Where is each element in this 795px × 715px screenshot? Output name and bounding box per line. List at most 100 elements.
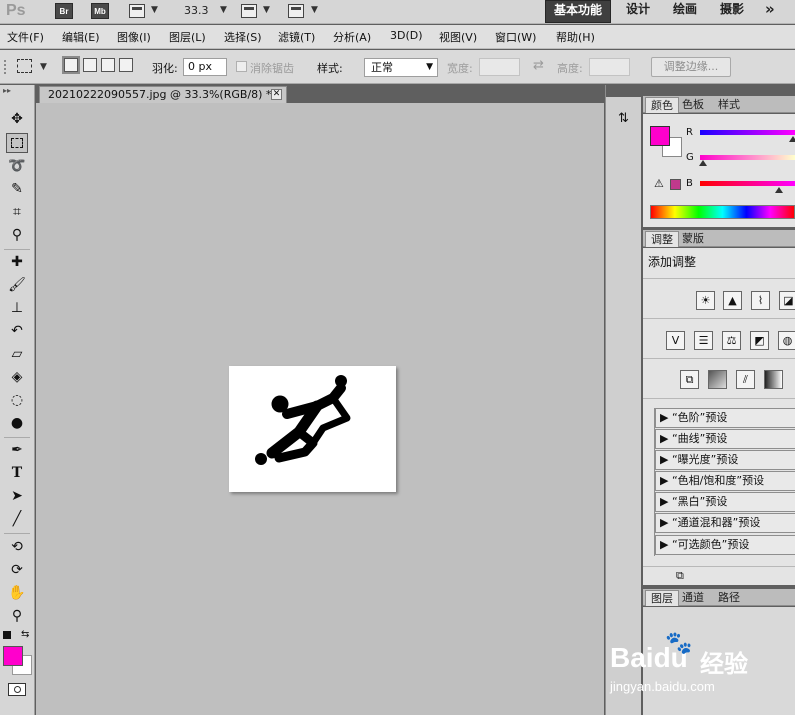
tab-masks[interactable]: 蒙版 — [677, 231, 709, 247]
antialias-checkbox[interactable] — [236, 61, 247, 72]
brush-tool-icon[interactable]: 🖌 — [6, 275, 28, 295]
width-input[interactable] — [479, 58, 520, 76]
posterize-icon[interactable]: ⫽ — [736, 370, 755, 389]
zoom-level[interactable]: 33.3 — [184, 4, 209, 17]
workspace-design[interactable]: 设计 — [618, 0, 658, 23]
workspace-painting[interactable]: 绘画 — [665, 0, 705, 23]
refine-edge-button[interactable]: 调整边缘... — [651, 57, 731, 77]
history-brush-tool-icon[interactable]: ↶ — [6, 321, 28, 341]
height-input[interactable] — [589, 58, 630, 76]
channel-mixer-icon[interactable]: ⧉ — [680, 370, 699, 389]
dodge-tool-icon[interactable]: ● — [6, 413, 28, 433]
menu-help[interactable]: 帮助(H) — [556, 29, 595, 45]
screen-mode-icon[interactable] — [288, 4, 304, 18]
preset-hue-saturation[interactable]: ▶ “色相/饱和度”预设 — [655, 471, 795, 491]
preset-selective-color[interactable]: ▶ “可选颜色”预设 — [655, 535, 795, 555]
swap-colors-icon[interactable]: ⇆ — [21, 629, 29, 640]
menu-edit[interactable]: 编辑(E) — [62, 29, 100, 45]
subtract-selection-icon[interactable] — [101, 58, 115, 72]
return-to-list-icon[interactable]: ⧉ — [676, 569, 684, 583]
curves-icon[interactable]: ⌇ — [751, 291, 770, 310]
tab-layers[interactable]: 图层 — [645, 590, 679, 606]
expand-panel-icon[interactable]: ▸▸ — [3, 86, 11, 95]
eyedropper-tool-icon[interactable]: ⚲ — [6, 225, 28, 245]
document-tab[interactable]: 20210222090557.jpg @ 33.3%(RGB/8) * ✕ — [39, 86, 287, 103]
workspace-essentials[interactable]: 基本功能 — [545, 0, 612, 23]
b-slider[interactable] — [700, 181, 795, 186]
menu-3d[interactable]: 3D(D) — [390, 29, 423, 42]
crop-tool-icon[interactable]: ⌗ — [6, 202, 28, 222]
preset-curves[interactable]: ▶ “曲线”预设 — [655, 429, 795, 449]
tab-adjustments[interactable]: 调整 — [645, 231, 679, 247]
document-image[interactable] — [229, 366, 396, 492]
close-icon[interactable]: ✕ — [271, 89, 282, 100]
view-extras-icon[interactable] — [129, 4, 145, 18]
add-to-selection-icon[interactable] — [83, 58, 97, 72]
menu-analysis[interactable]: 分析(A) — [333, 29, 371, 45]
chevron-down-icon[interactable]: ▼ — [263, 5, 270, 15]
g-slider-thumb[interactable] — [699, 160, 707, 166]
chevron-down-icon[interactable]: ▼ — [40, 62, 47, 72]
foreground-color-swatch[interactable] — [3, 646, 23, 666]
color-balance-icon[interactable]: ⚖ — [722, 331, 741, 350]
quick-selection-tool-icon[interactable]: ✎ — [6, 179, 28, 199]
gamut-warning-icon[interactable]: ⚠ — [654, 177, 664, 190]
preset-black-white[interactable]: ▶ “黑白”预设 — [655, 492, 795, 512]
menu-window[interactable]: 窗口(W) — [495, 29, 536, 45]
mini-bridge-button[interactable]: Mb — [91, 3, 109, 19]
pen-tool-icon[interactable]: ✒ — [6, 440, 28, 460]
vibrance-icon[interactable]: V — [666, 331, 685, 350]
menu-filter[interactable]: 滤镜(T) — [278, 29, 315, 45]
menu-select[interactable]: 选择(S) — [224, 29, 262, 45]
rectangular-marquee-tool-icon[interactable] — [6, 133, 28, 153]
new-selection-icon[interactable] — [64, 58, 78, 72]
bridge-button[interactable]: Br — [55, 3, 73, 19]
workspace-photography[interactable]: 摄影 — [712, 0, 752, 23]
preset-exposure[interactable]: ▶ “曝光度”预设 — [655, 450, 795, 470]
tab-color[interactable]: 颜色 — [645, 97, 679, 113]
spot-healing-tool-icon[interactable]: ✚ — [6, 252, 28, 272]
feather-input[interactable]: 0 px — [183, 58, 227, 76]
tab-styles[interactable]: 样式 — [713, 97, 745, 113]
preset-channel-mixer[interactable]: ▶ “通道混和器”预设 — [655, 513, 795, 533]
exposure-icon[interactable]: ◪ — [779, 291, 795, 310]
r-slider[interactable] — [700, 130, 795, 135]
b-slider-thumb[interactable] — [775, 187, 783, 193]
menu-layer[interactable]: 图层(L) — [169, 29, 206, 45]
levels-icon[interactable]: ▲ — [723, 291, 742, 310]
brightness-contrast-icon[interactable]: ☀ — [696, 291, 715, 310]
arrange-documents-icon[interactable] — [241, 4, 257, 18]
tab-swatches[interactable]: 色板 — [677, 97, 709, 113]
menu-image[interactable]: 图像(I) — [117, 29, 151, 45]
move-tool-icon[interactable]: ✥ — [6, 109, 28, 129]
chevron-down-icon[interactable]: ▼ — [311, 5, 318, 15]
eraser-tool-icon[interactable]: ▱ — [6, 344, 28, 364]
lasso-tool-icon[interactable]: ➰ — [6, 156, 28, 176]
menu-file[interactable]: 文件(F) — [7, 29, 44, 45]
preset-levels[interactable]: ▶ “色阶”预设 — [655, 408, 795, 428]
default-colors-icon[interactable] — [3, 631, 11, 639]
quick-mask-icon[interactable] — [8, 683, 26, 696]
r-slider-thumb[interactable] — [789, 136, 795, 142]
path-selection-tool-icon[interactable]: ➤ — [6, 486, 28, 506]
intersect-selection-icon[interactable] — [119, 58, 133, 72]
grip-handle[interactable] — [4, 60, 8, 74]
paint-bucket-tool-icon[interactable]: ◈ — [6, 367, 28, 387]
color-spectrum-ramp[interactable] — [650, 205, 795, 219]
3d-orbit-tool-icon[interactable]: ⟳ — [6, 560, 28, 580]
photo-filter-icon[interactable]: ◍ — [778, 331, 795, 350]
black-white-icon[interactable]: ◩ — [750, 331, 769, 350]
panel-foreground-swatch[interactable] — [650, 126, 670, 146]
g-slider[interactable] — [700, 155, 795, 160]
more-workspaces-button[interactable]: » — [757, 0, 783, 23]
line-tool-icon[interactable]: ╱ — [6, 509, 28, 529]
type-tool-icon[interactable]: T — [6, 463, 28, 483]
invert-icon[interactable] — [708, 370, 727, 389]
blur-tool-icon[interactable]: ◌ — [6, 390, 28, 410]
gamut-color-chip[interactable] — [670, 179, 681, 190]
chevron-down-icon[interactable]: ▼ — [151, 5, 158, 15]
chevron-down-icon[interactable]: ▼ — [220, 5, 227, 15]
tab-channels[interactable]: 通道 — [677, 590, 709, 606]
hand-tool-icon[interactable]: ✋ — [6, 583, 28, 603]
tab-paths[interactable]: 路径 — [713, 590, 745, 606]
